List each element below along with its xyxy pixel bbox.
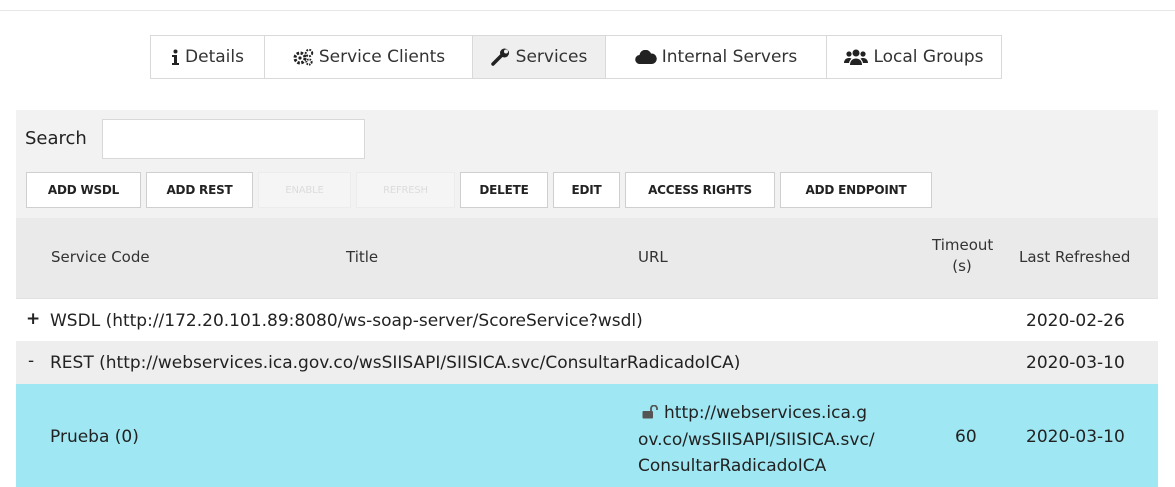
cogs-icon [292,48,314,66]
table-row-rest[interactable]: - REST (http://webservices.ica.gov.co/ws… [16,341,1158,384]
cloud-icon [635,50,657,64]
expand-toggle[interactable]: + [26,309,40,329]
service-timeout: 60 [955,427,977,447]
edit-button[interactable]: EDIT [553,172,620,208]
header-service-code[interactable]: Service Code [51,248,150,266]
unlock-icon [642,401,658,427]
wrench-icon [490,48,511,66]
info-icon [171,49,180,65]
search-input[interactable] [102,119,365,159]
header-timeout[interactable]: Timeout (s) [932,236,993,275]
service-url[interactable]: http://webservices.ica.g ov.co/wsSIISAPI… [638,400,875,479]
top-divider [0,10,1175,11]
tab-internal-servers[interactable]: Internal Servers [605,35,827,79]
search-label: Search [25,128,87,149]
tab-service-clients[interactable]: Service Clients [264,35,473,79]
refresh-button[interactable]: REFRESH [356,172,455,208]
service-last-refreshed: 2020-03-10 [1026,427,1125,447]
header-title[interactable]: Title [346,248,378,266]
last-refreshed-value: 2020-03-10 [1026,353,1125,373]
delete-button[interactable]: DELETE [460,172,548,208]
group-label: WSDL (http://172.20.101.89:8080/ws-soap-… [50,311,643,331]
users-icon [844,48,869,66]
last-refreshed-value: 2020-02-26 [1026,311,1125,331]
enable-button[interactable]: ENABLE [258,172,351,208]
collapse-toggle[interactable]: - [28,351,34,371]
add-wsdl-button[interactable]: ADD WSDL [26,172,141,208]
tab-services[interactable]: Services [472,35,606,79]
access-rights-button[interactable]: ACCESS RIGHTS [625,172,775,208]
tab-local-groups[interactable]: Local Groups [826,35,1002,79]
group-label: REST (http://webservices.ica.gov.co/wsSI… [50,353,741,373]
table-header: Service Code Title URL Timeout (s) Last … [16,218,1158,298]
header-last-refreshed[interactable]: Last Refreshed [1019,248,1130,266]
tab-bar: Details Service Clients Services Interna… [150,35,1002,79]
header-url[interactable]: URL [638,248,668,266]
tab-details[interactable]: Details [150,35,265,79]
table-row-service-selected[interactable]: Prueba (0) http://webservices.ica.g ov.c… [16,384,1158,487]
table-row-wsdl[interactable]: + WSDL (http://172.20.101.89:8080/ws-soa… [16,298,1158,341]
add-endpoint-button[interactable]: ADD ENDPOINT [780,172,932,208]
add-rest-button[interactable]: ADD REST [146,172,253,208]
service-code: Prueba (0) [50,427,139,447]
